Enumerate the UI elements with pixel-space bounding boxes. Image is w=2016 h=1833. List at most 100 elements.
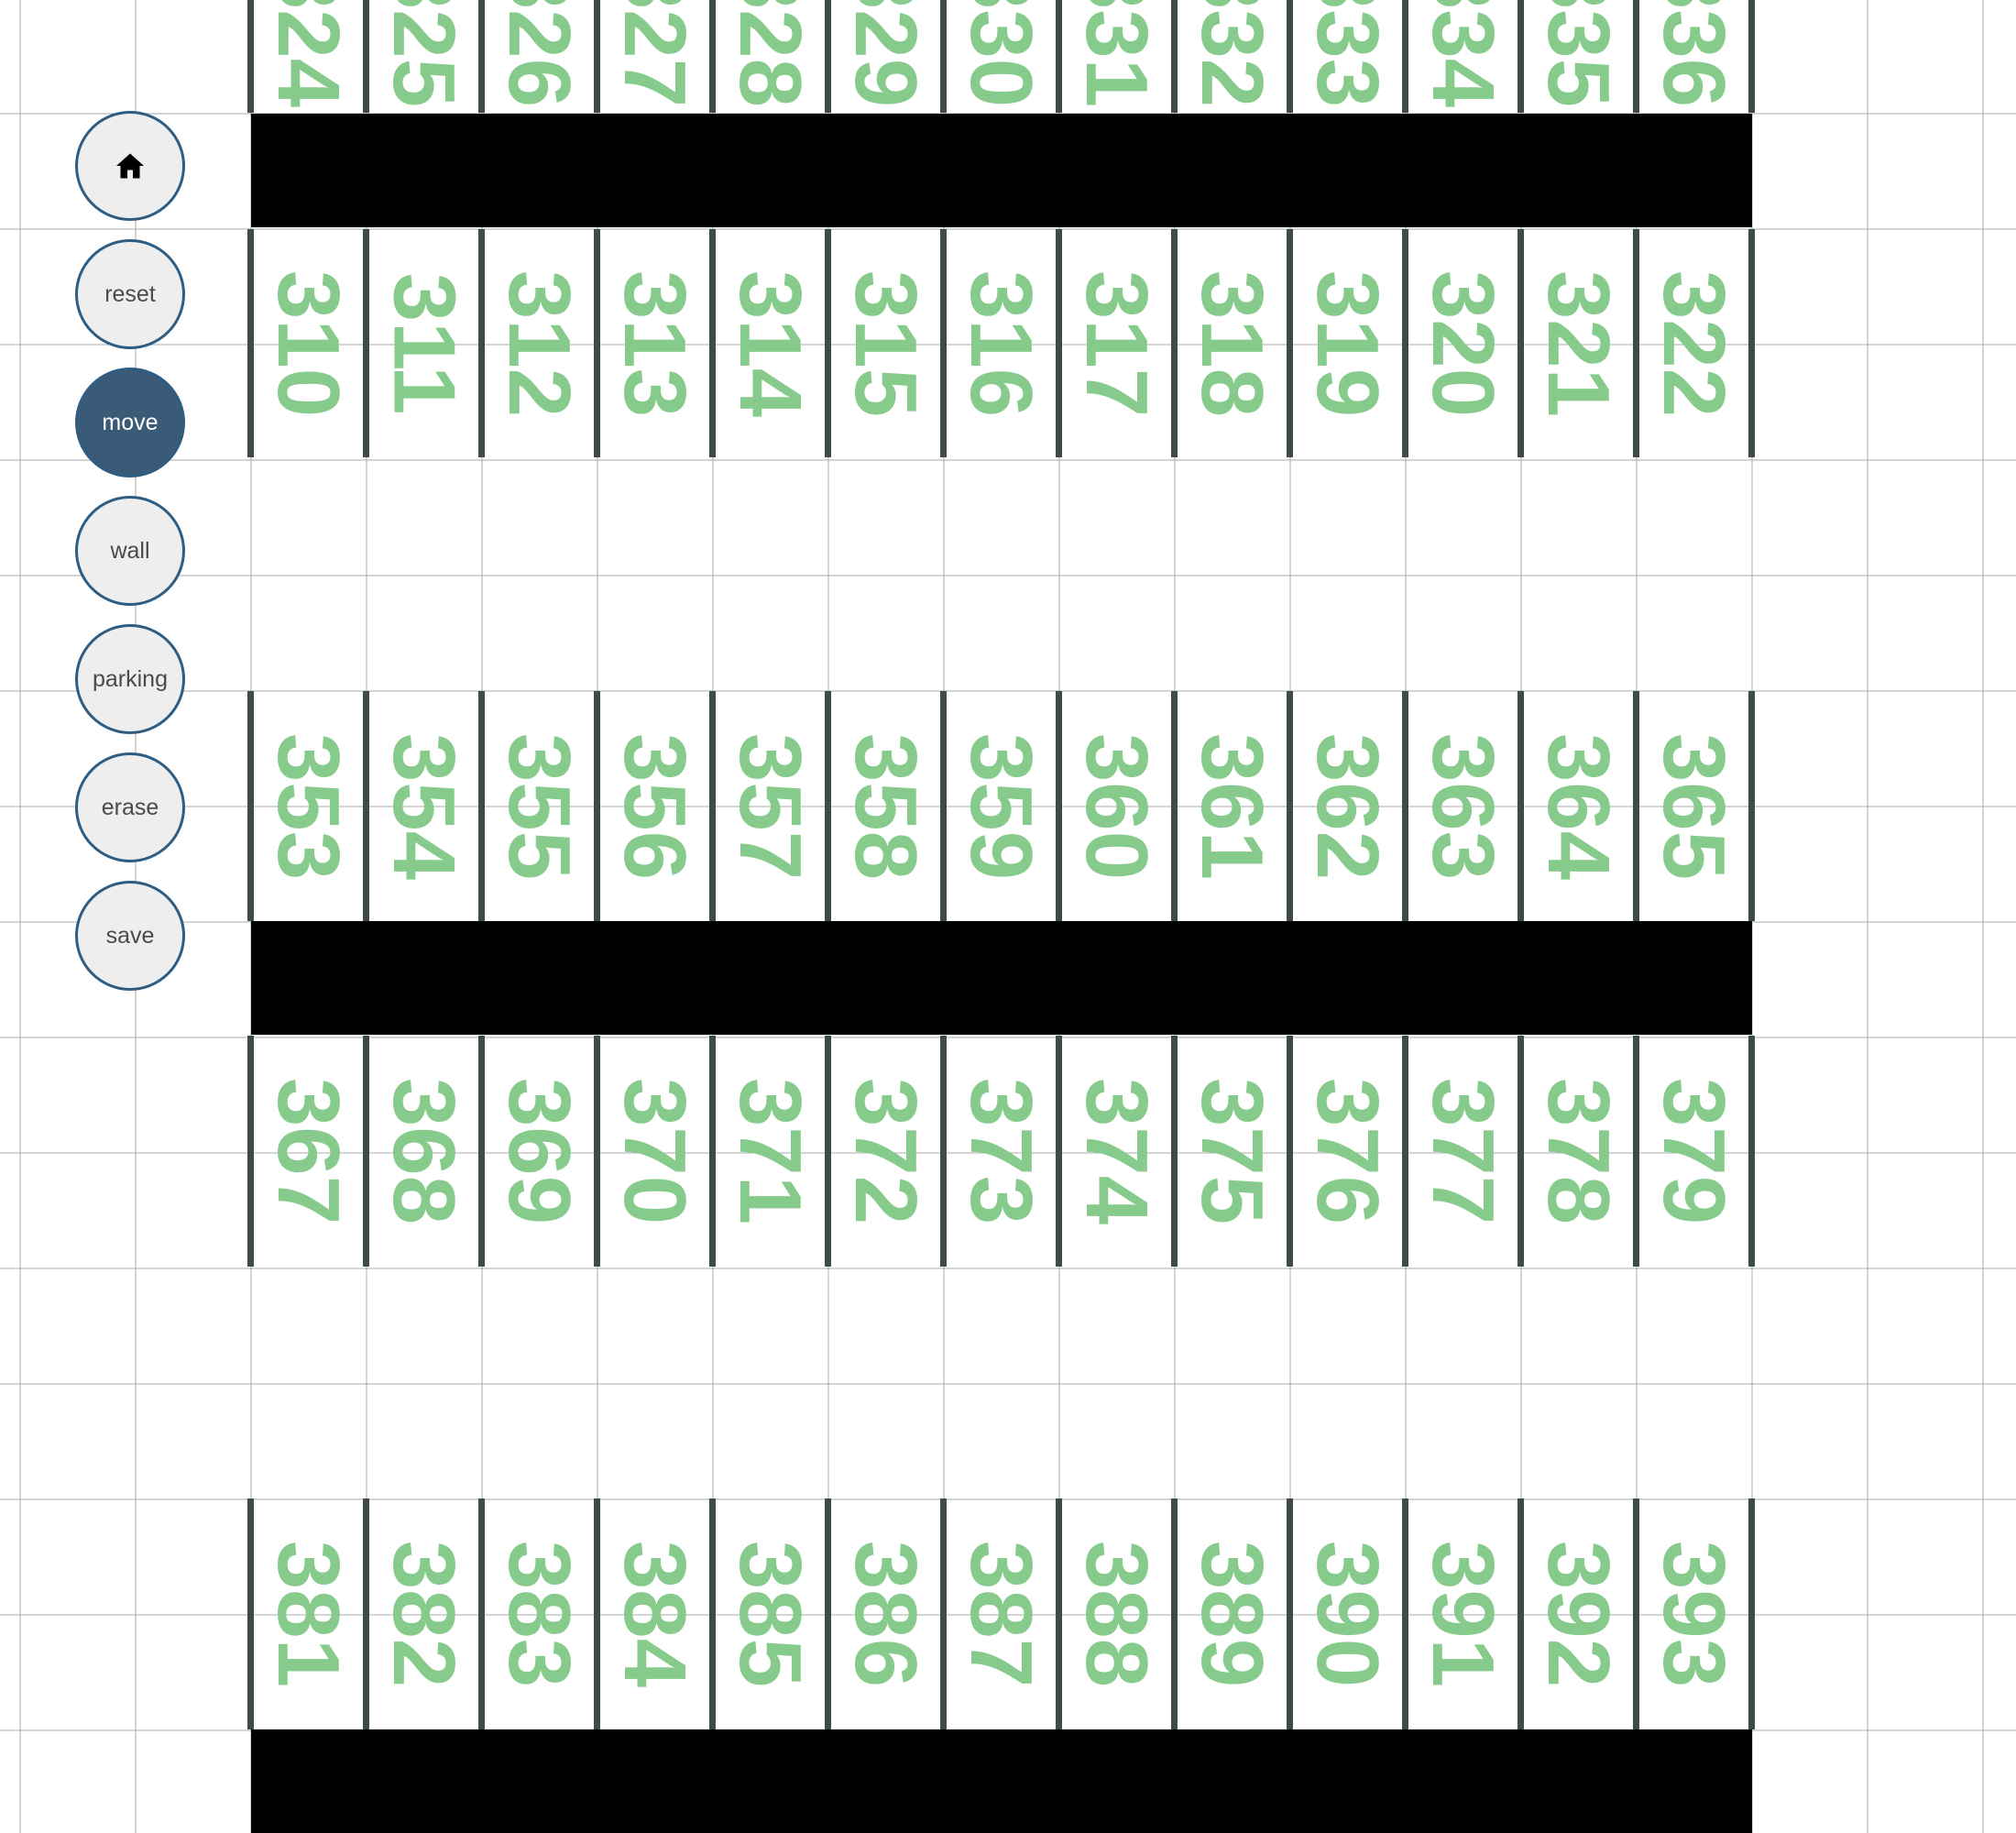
parking-spot[interactable]: 377 bbox=[1408, 1036, 1517, 1267]
parking-spot[interactable]: 382 bbox=[369, 1498, 478, 1729]
spot-divider bbox=[1171, 1498, 1178, 1729]
parking-spot[interactable]: 332 bbox=[1178, 0, 1287, 113]
parking-spot[interactable]: 369 bbox=[485, 1036, 594, 1267]
parking-spot[interactable]: 333 bbox=[1293, 0, 1402, 113]
parking-spot[interactable]: 335 bbox=[1524, 0, 1633, 113]
parking-spot-number: 367 bbox=[259, 1077, 358, 1225]
parking-spot[interactable]: 374 bbox=[1062, 1036, 1171, 1267]
parking-spot[interactable]: 368 bbox=[369, 1036, 478, 1267]
parking-spot[interactable]: 383 bbox=[485, 1498, 594, 1729]
parking-spot[interactable]: 358 bbox=[831, 691, 940, 921]
parking-spot[interactable]: 354 bbox=[369, 691, 478, 921]
save-button[interactable]: save bbox=[75, 881, 185, 991]
parking-spot[interactable]: 320 bbox=[1408, 229, 1517, 457]
parking-spot[interactable]: 373 bbox=[947, 1036, 1056, 1267]
wall-button[interactable]: wall bbox=[75, 496, 185, 606]
parking-spot[interactable]: 318 bbox=[1178, 229, 1287, 457]
parking-spot[interactable]: 359 bbox=[947, 691, 1056, 921]
parking-button[interactable]: parking bbox=[75, 624, 185, 734]
parking-spot[interactable]: 355 bbox=[485, 691, 594, 921]
spot-divider bbox=[1402, 1498, 1408, 1729]
wall-block[interactable] bbox=[251, 1729, 1752, 1833]
parking-spot[interactable]: 393 bbox=[1639, 1498, 1748, 1729]
parking-spot[interactable]: 353 bbox=[254, 691, 363, 921]
spot-divider bbox=[1287, 229, 1293, 457]
erase-button[interactable]: erase bbox=[75, 752, 185, 862]
parking-spot[interactable]: 357 bbox=[716, 691, 825, 921]
parking-spot-number: 386 bbox=[837, 1540, 936, 1688]
parking-spot[interactable]: 365 bbox=[1639, 691, 1748, 921]
parking-spot[interactable]: 364 bbox=[1524, 691, 1633, 921]
parking-spot[interactable]: 314 bbox=[716, 229, 825, 457]
spot-divider bbox=[594, 1498, 600, 1729]
parking-spot[interactable]: 376 bbox=[1293, 1036, 1402, 1267]
parking-spot[interactable]: 372 bbox=[831, 1036, 940, 1267]
parking-spot[interactable]: 334 bbox=[1408, 0, 1517, 113]
parking-spot[interactable]: 386 bbox=[831, 1498, 940, 1729]
parking-spot[interactable]: 328 bbox=[716, 0, 825, 113]
parking-spot[interactable]: 313 bbox=[600, 229, 709, 457]
parking-spot[interactable]: 367 bbox=[254, 1036, 363, 1267]
spot-divider bbox=[247, 0, 254, 113]
parking-spot-number: 318 bbox=[1183, 269, 1282, 417]
parking-spot[interactable]: 371 bbox=[716, 1036, 825, 1267]
parking-spot[interactable]: 331 bbox=[1062, 0, 1171, 113]
parking-spot[interactable]: 391 bbox=[1408, 1498, 1517, 1729]
spot-divider bbox=[1748, 1036, 1755, 1267]
spot-divider bbox=[825, 0, 831, 113]
spot-divider bbox=[825, 1498, 831, 1729]
parking-spot-number: 355 bbox=[490, 732, 589, 880]
parking-lot[interactable]: 324 325 326 327 328 329 330 331 332 333 334 335 336 3… bbox=[0, 0, 2016, 1833]
parking-spot[interactable]: 310 bbox=[254, 229, 363, 457]
parking-spot[interactable]: 381 bbox=[254, 1498, 363, 1729]
parking-spot[interactable]: 317 bbox=[1062, 229, 1171, 457]
parking-spot[interactable]: 375 bbox=[1178, 1036, 1287, 1267]
parking-spot[interactable]: 362 bbox=[1293, 691, 1402, 921]
spot-divider bbox=[940, 1498, 947, 1729]
parking-spot[interactable]: 356 bbox=[600, 691, 709, 921]
parking-spot-number: 359 bbox=[952, 732, 1051, 880]
parking-spot[interactable]: 311 bbox=[369, 229, 478, 457]
parking-spot[interactable]: 370 bbox=[600, 1036, 709, 1267]
parking-spot[interactable]: 316 bbox=[947, 229, 1056, 457]
move-button[interactable]: move bbox=[75, 368, 185, 477]
parking-spot[interactable]: 361 bbox=[1178, 691, 1287, 921]
parking-spot[interactable]: 378 bbox=[1524, 1036, 1633, 1267]
parking-spot[interactable]: 325 bbox=[369, 0, 478, 113]
parking-spot[interactable]: 388 bbox=[1062, 1498, 1171, 1729]
parking-spot[interactable]: 315 bbox=[831, 229, 940, 457]
parking-spot-number: 321 bbox=[1529, 269, 1628, 417]
spot-divider bbox=[709, 1036, 716, 1267]
parking-spot[interactable]: 379 bbox=[1639, 1036, 1748, 1267]
wall-block[interactable] bbox=[251, 114, 1752, 227]
parking-spot[interactable]: 384 bbox=[600, 1498, 709, 1729]
parking-spot[interactable]: 330 bbox=[947, 0, 1056, 113]
parking-spot-number: 315 bbox=[837, 269, 936, 417]
parking-spot[interactable]: 326 bbox=[485, 0, 594, 113]
parking-spot[interactable]: 363 bbox=[1408, 691, 1517, 921]
parking-spot-number: 326 bbox=[490, 0, 589, 107]
parking-spot[interactable]: 389 bbox=[1178, 1498, 1287, 1729]
parking-spot[interactable]: 322 bbox=[1639, 229, 1748, 457]
home-button[interactable] bbox=[75, 111, 185, 221]
parking-spot-number: 364 bbox=[1529, 732, 1628, 880]
parking-spot[interactable]: 392 bbox=[1524, 1498, 1633, 1729]
parking-spot[interactable]: 321 bbox=[1524, 229, 1633, 457]
parking-spot[interactable]: 312 bbox=[485, 229, 594, 457]
parking-spot[interactable]: 360 bbox=[1062, 691, 1171, 921]
parking-spot[interactable]: 327 bbox=[600, 0, 709, 113]
spot-divider bbox=[1633, 1498, 1639, 1729]
spot-divider bbox=[1517, 1498, 1524, 1729]
parking-spot[interactable]: 387 bbox=[947, 1498, 1056, 1729]
parking-spot[interactable]: 390 bbox=[1293, 1498, 1402, 1729]
parking-spot[interactable]: 329 bbox=[831, 0, 940, 113]
reset-button[interactable]: reset bbox=[75, 239, 185, 349]
parking-spot-number: 392 bbox=[1529, 1540, 1628, 1688]
wall-block[interactable] bbox=[251, 921, 1752, 1035]
parking-spot[interactable]: 324 bbox=[254, 0, 363, 113]
parking-spot[interactable]: 385 bbox=[716, 1498, 825, 1729]
parking-spot[interactable]: 336 bbox=[1639, 0, 1748, 113]
spot-divider bbox=[709, 229, 716, 457]
parking-spot-number: 379 bbox=[1645, 1077, 1744, 1225]
parking-spot[interactable]: 319 bbox=[1293, 229, 1402, 457]
